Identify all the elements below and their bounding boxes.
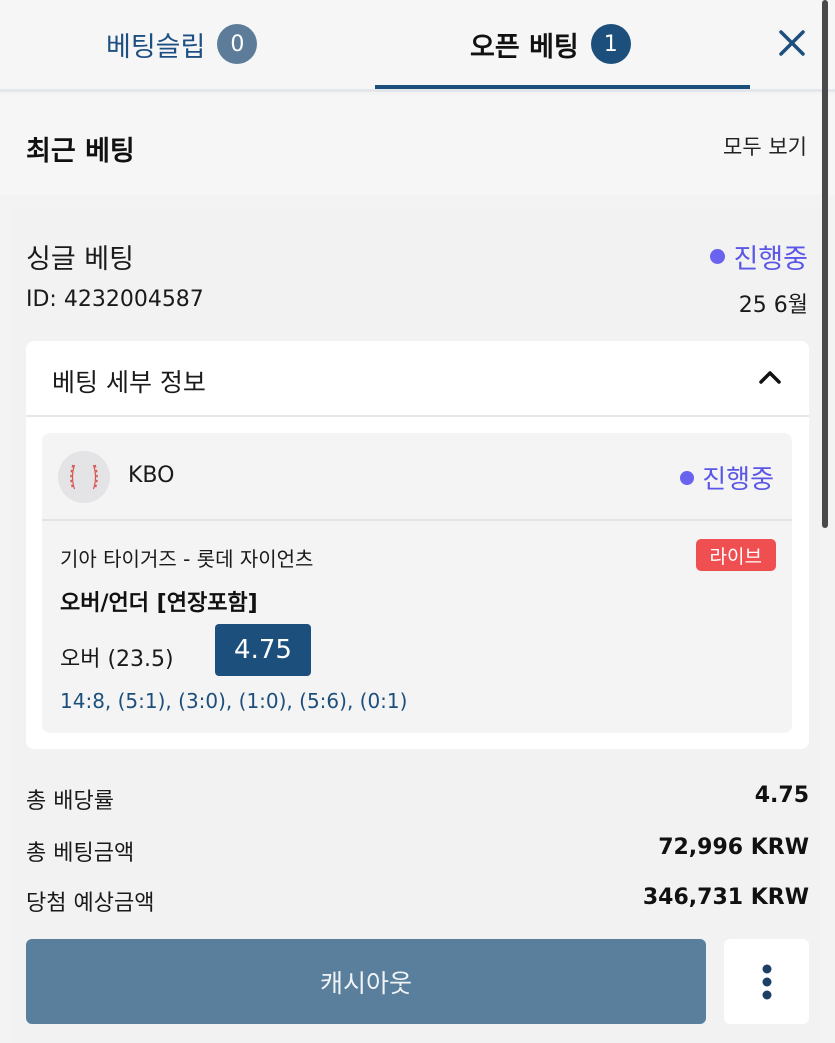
live-badge: 라이브 xyxy=(695,539,776,571)
bet-status: 진행중 xyxy=(710,237,808,276)
betslip-count-badge: 0 xyxy=(217,24,258,64)
potential-win-label: 당첨 예상금액 xyxy=(26,891,155,916)
event-status-label: 진행중 xyxy=(702,465,774,495)
open-bets-count-badge: 1 xyxy=(590,24,631,64)
bet-date: 25 6월 xyxy=(738,293,808,318)
total-odds-label: 총 배당률 xyxy=(26,789,114,814)
tab-open-bets[interactable]: 오픈 베팅 1 xyxy=(470,22,631,66)
recent-bets-header: 최근 베팅 모두 보기 xyxy=(0,95,835,195)
status-dot-icon xyxy=(680,470,695,485)
active-tab-indicator xyxy=(375,85,750,89)
baseball-icon xyxy=(58,451,110,503)
chevron-up-icon xyxy=(759,371,781,384)
status-dot-icon xyxy=(710,249,726,264)
event-status: 진행중 xyxy=(680,459,774,496)
league-name: KBO xyxy=(128,463,175,488)
event-header: KBO 진행중 xyxy=(42,433,792,521)
bet-details-toggle[interactable]: 베팅 세부 정보 xyxy=(26,341,809,417)
bet-details-title: 베팅 세부 정보 xyxy=(52,368,206,397)
cashout-button[interactable]: 캐시아웃 xyxy=(26,939,706,1024)
event-teams: 기아 타이거즈 - 롯데 자이언츠 xyxy=(60,547,314,571)
bet-type: 싱글 베팅 xyxy=(26,244,134,275)
more-vertical-icon xyxy=(762,964,771,999)
view-all-link[interactable]: 모두 보기 xyxy=(723,131,807,161)
tab-open-bets-label: 오픈 베팅 xyxy=(470,31,579,63)
total-stake-value: 72,996 KRW xyxy=(658,835,809,860)
bet-card: 싱글 베팅 진행중 ID: 4232004587 25 6월 베팅 세부 정보 xyxy=(10,207,822,1043)
selection-odds: 4.75 xyxy=(215,624,311,676)
recent-bets-title: 최근 베팅 xyxy=(26,136,135,167)
live-scores: 14:8, (5:1), (3:0), (1:0), (5:6), (0:1) xyxy=(60,689,408,713)
scrollbar[interactable] xyxy=(822,0,828,528)
bet-status-label: 진행중 xyxy=(733,244,808,275)
bet-details-panel: 베팅 세부 정보 KBO 진행중 기아 타이거즈 - 롯데 자이언츠 라이브 오… xyxy=(26,341,809,749)
total-stake-label: 총 베팅금액 xyxy=(26,841,135,866)
selection-name: 오버 (23.5) xyxy=(60,647,174,672)
bet-id: ID: 4232004587 xyxy=(26,287,204,312)
more-options-button[interactable] xyxy=(724,939,809,1024)
bet-tabs-header: 베팅슬립 0 오픈 베팅 1 xyxy=(0,0,835,92)
total-odds-value: 4.75 xyxy=(754,783,809,808)
close-icon[interactable] xyxy=(775,26,809,60)
bet-event: KBO 진행중 기아 타이거즈 - 롯데 자이언츠 라이브 오버/언더 [연장포… xyxy=(42,433,792,733)
potential-win-value: 346,731 KRW xyxy=(642,885,809,910)
tab-betslip[interactable]: 베팅슬립 0 xyxy=(106,22,258,66)
market-name: 오버/언더 [연장포함] xyxy=(60,591,258,616)
tab-betslip-label: 베팅슬립 xyxy=(106,31,206,63)
